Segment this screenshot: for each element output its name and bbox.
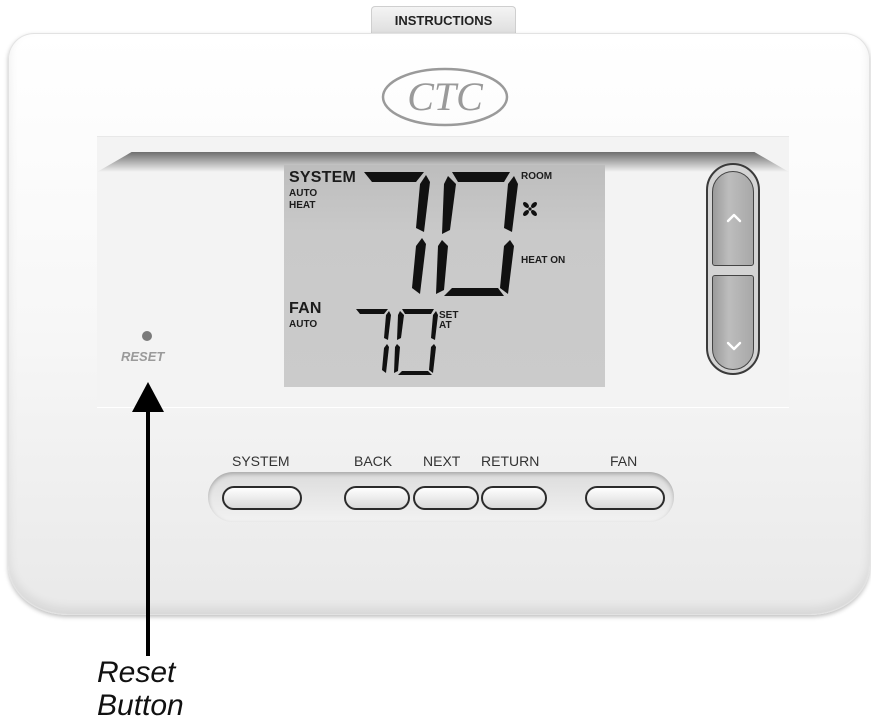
instructions-tab[interactable]: INSTRUCTIONS: [371, 6, 516, 36]
temperature-down-button[interactable]: [712, 275, 754, 370]
return-button-label: RETURN: [481, 453, 540, 469]
system-mode-heat: HEAT: [289, 200, 316, 211]
callout-arrow-line: [146, 398, 150, 656]
fan-button-label: FAN: [610, 453, 638, 469]
lcd-screen: SYSTEM AUTO HEAT 70 ROOM HEAT ON FAN AUT…: [284, 165, 605, 387]
return-button[interactable]: [481, 486, 547, 510]
system-button-label: SYSTEM: [232, 453, 290, 469]
system-label: SYSTEM: [289, 169, 356, 186]
fan-icon: [523, 202, 537, 216]
room-label: ROOM: [521, 171, 553, 182]
next-button[interactable]: [413, 486, 479, 510]
chevron-down-icon: [726, 341, 742, 351]
at-label: AT: [439, 320, 452, 331]
fan-mode-auto: AUTO: [289, 319, 318, 330]
back-button-label: BACK: [354, 453, 393, 469]
ctc-logo: CTC: [381, 67, 509, 127]
system-mode-auto: AUTO: [289, 188, 318, 199]
logo-text: CTC: [407, 74, 484, 119]
temperature-up-button[interactable]: [712, 171, 754, 266]
system-button[interactable]: [222, 486, 302, 510]
temperature-rocker: [706, 163, 760, 375]
callout-line-1: Reset: [97, 656, 176, 689]
fan-label: FAN: [289, 300, 322, 317]
back-button[interactable]: [344, 486, 410, 510]
next-button-label: NEXT: [423, 453, 461, 469]
reset-button[interactable]: [142, 331, 152, 341]
callout-line-2: Button: [97, 689, 184, 722]
reset-label: RESET: [121, 349, 165, 364]
reset-button-callout: Reset Button: [97, 656, 184, 722]
heat-on-label: HEAT ON: [521, 255, 566, 266]
set-temperature-digits: [356, 309, 438, 375]
room-temperature-digits: [364, 172, 518, 296]
fan-button[interactable]: [585, 486, 665, 510]
chevron-up-icon: [726, 213, 742, 223]
